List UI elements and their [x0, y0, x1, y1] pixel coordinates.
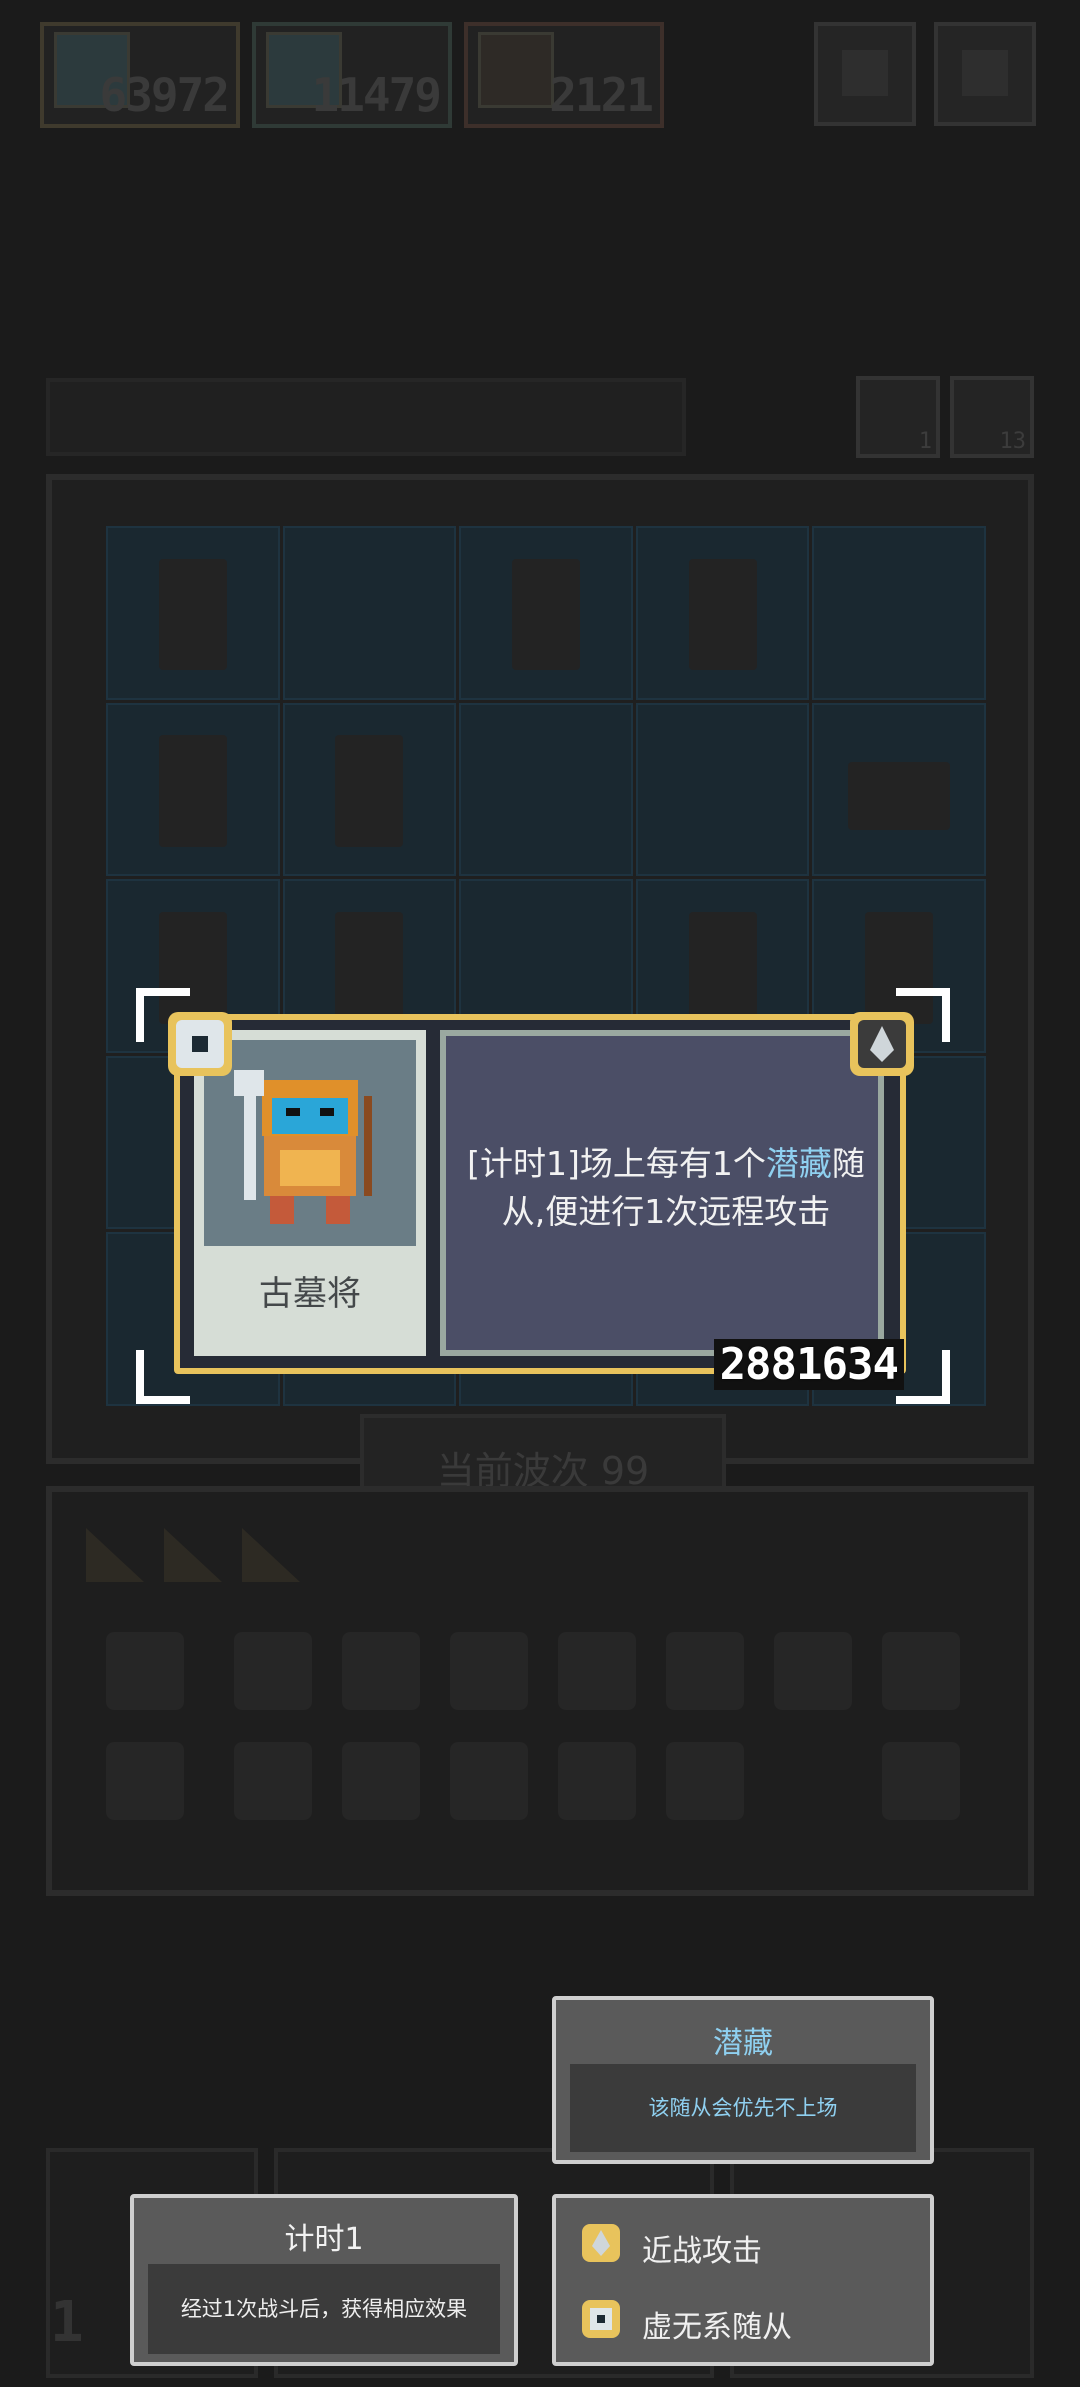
desc-keyword[interactable]: 潜藏 — [766, 1144, 832, 1183]
item-slot[interactable] — [882, 1742, 960, 1820]
exchange-count: 1 — [918, 429, 932, 454]
tab-icon[interactable] — [242, 1528, 300, 1582]
tomb-general-icon — [234, 1070, 372, 1224]
traits-tooltip: 近战攻击 虚无系随从 — [552, 2194, 934, 2366]
trait-label: 近战攻击 — [642, 2234, 762, 2269]
resource-value: 11479 — [311, 68, 442, 122]
item-slot[interactable] — [558, 1742, 636, 1820]
grid-cell[interactable] — [459, 702, 633, 877]
exchange-button[interactable]: 1 — [856, 376, 940, 458]
settings-button[interactable] — [934, 22, 1036, 126]
card-description-panel: [计时1]场上每有1个潜藏随从,便进行1次远程攻击 — [440, 1030, 884, 1356]
item-slot[interactable] — [234, 1632, 312, 1710]
tooltip-title: 潜藏 — [713, 2026, 773, 2061]
item-slot[interactable] — [234, 1742, 312, 1820]
void-icon — [168, 1012, 232, 1076]
unit-card[interactable]: 古墓将 [计时1]场上每有1个潜藏随从,便进行1次远程攻击 2881634 — [174, 1014, 906, 1390]
grid-cell[interactable] — [459, 526, 633, 700]
tab-icon[interactable] — [86, 1528, 144, 1582]
grid-cell[interactable] — [635, 526, 810, 700]
unit-power: 2881634 — [713, 1339, 904, 1390]
help-button[interactable] — [814, 22, 916, 126]
item-slot[interactable] — [774, 1632, 852, 1710]
help-icon — [842, 50, 888, 96]
resource-value: 63972 — [99, 68, 230, 122]
grid-cell[interactable] — [106, 526, 280, 700]
tooltip-body: 经过1次战斗后，获得相应效果 — [148, 2264, 500, 2354]
resource-value: 2121 — [549, 68, 654, 122]
item-slot[interactable] — [106, 1632, 184, 1710]
grid-cell[interactable] — [282, 526, 457, 700]
timer-tooltip: 计时1 经过1次战斗后，获得相应效果 — [130, 2194, 518, 2366]
item-slot[interactable] — [342, 1742, 420, 1820]
unit-portrait — [204, 1040, 416, 1246]
item-slot[interactable] — [342, 1632, 420, 1710]
inventory-panel — [46, 1486, 1034, 1896]
item-slot[interactable] — [882, 1632, 960, 1710]
card-portrait-panel: 古墓将 — [194, 1030, 426, 1356]
key-count: 13 — [999, 429, 1027, 454]
card-body: 古墓将 [计时1]场上每有1个潜藏随从,便进行1次远程攻击 2881634 — [180, 1020, 904, 1390]
unit-description: [计时1]场上每有1个潜藏随从,便进行1次远程攻击 — [456, 1140, 876, 1236]
grid-cell[interactable] — [635, 702, 810, 877]
resource-slot-3: 2121 — [464, 22, 664, 128]
settings-icon — [962, 50, 1008, 96]
hide-tooltip: 潜藏 该随从会优先不上场 — [552, 1996, 934, 2164]
melee-attack-icon — [578, 2220, 624, 2266]
void-icon — [578, 2296, 624, 2342]
resource-slot-1: 63972 — [40, 22, 240, 128]
melee-attack-icon — [850, 1012, 914, 1076]
grid-cell[interactable] — [812, 526, 986, 700]
tab-icon[interactable] — [164, 1528, 222, 1582]
item-slot[interactable] — [666, 1632, 744, 1710]
player-name-bar — [46, 378, 686, 456]
item-slot[interactable] — [666, 1742, 744, 1820]
item-slot[interactable] — [558, 1632, 636, 1710]
key-button[interactable]: 13 — [950, 376, 1034, 458]
tooltip-title: 计时1 — [284, 2222, 364, 2257]
grid-cell[interactable] — [282, 702, 457, 877]
item-slot[interactable] — [106, 1742, 184, 1820]
level-text: 1 — [50, 2290, 84, 2355]
desc-text: [计时1]场上每有1个 — [467, 1144, 766, 1183]
trait-label: 虚无系随从 — [642, 2310, 792, 2345]
grid-cell[interactable] — [812, 702, 986, 877]
item-slot[interactable] — [450, 1742, 528, 1820]
unit-name: 古墓将 — [259, 1274, 361, 1314]
hourglass-icon — [478, 32, 554, 108]
grid-cell[interactable] — [106, 702, 280, 877]
resource-slot-2: 11479 — [252, 22, 452, 128]
tooltip-body: 该随从会优先不上场 — [570, 2064, 916, 2152]
item-slot[interactable] — [450, 1632, 528, 1710]
